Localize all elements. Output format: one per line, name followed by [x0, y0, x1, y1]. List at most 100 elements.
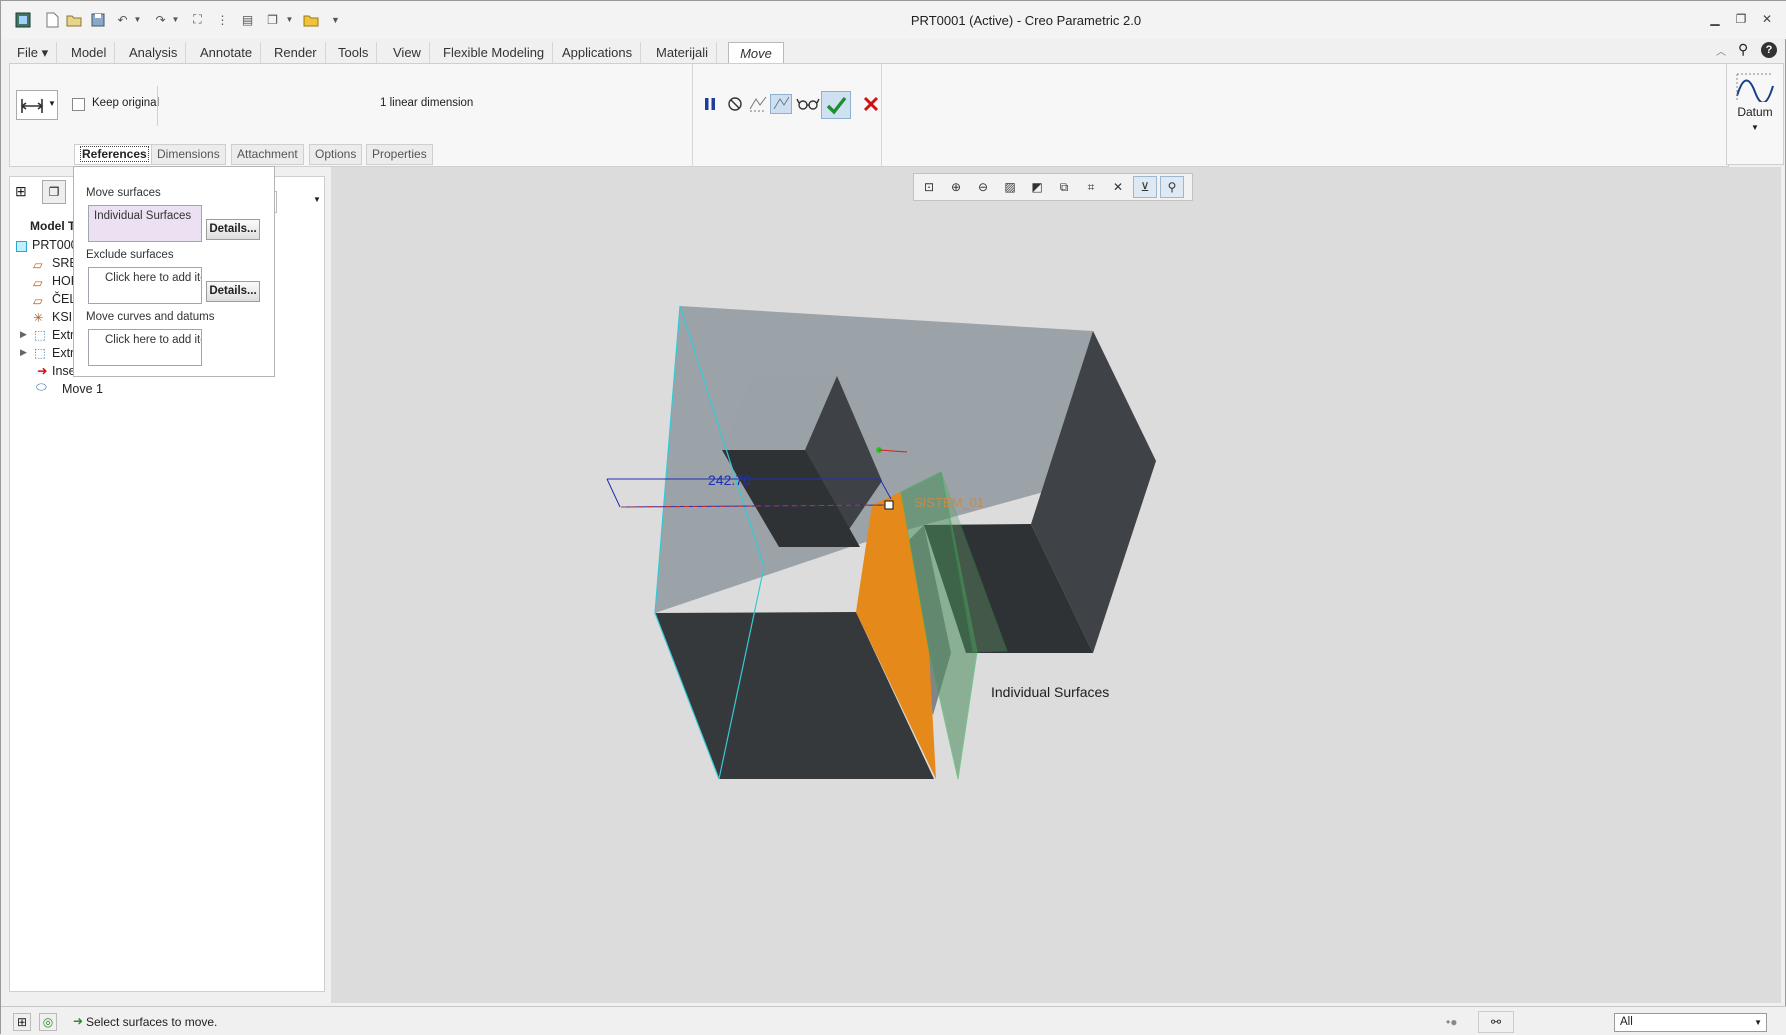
attached-preview-icon [749, 96, 767, 112]
preview-attached-button[interactable] [748, 95, 768, 113]
graphics-window[interactable]: 242.70 SISTEM_01 Individual Surfaces [331, 167, 1781, 1003]
move-surfaces-label: Move surfaces [86, 187, 161, 199]
chevron-down-icon: ▼ [1751, 123, 1759, 132]
drag-handle[interactable] [884, 500, 894, 510]
no-preview-button[interactable] [726, 95, 744, 113]
cancel-button[interactable] [862, 95, 880, 113]
ok-button[interactable] [821, 91, 851, 119]
progress-indicator-icon: •● [1446, 1015, 1458, 1029]
part-icon [16, 241, 27, 252]
details-button[interactable]: Details... [206, 219, 260, 240]
checkmark-icon [826, 96, 847, 115]
subtab-dimensions[interactable]: Dimensions [151, 144, 226, 165]
maximize-button[interactable]: ❐ [1733, 12, 1749, 28]
chevron-down-icon: ▼ [1754, 1018, 1762, 1027]
datum-curve-icon [1736, 73, 1774, 104]
saved-orientations-icon[interactable]: ⧉ [1052, 176, 1076, 198]
selection-filter-value: All [1620, 1016, 1633, 1028]
move-curves-collector[interactable]: Click here to add item [88, 329, 202, 366]
keep-original-label: Keep original [92, 97, 160, 109]
model-tree-icon[interactable]: ⊞ [15, 183, 27, 200]
refit-icon[interactable]: ⊡ [917, 176, 941, 198]
tab-view[interactable]: View [385, 42, 430, 64]
tab-flexible-modeling[interactable]: Flexible Modeling [435, 42, 554, 64]
extrude-icon: ⬚ [34, 346, 46, 360]
tab-file-label: File [17, 45, 38, 60]
subtab-references-label: References [80, 146, 149, 162]
plane-icon: ▱ [33, 258, 43, 272]
exclude-surfaces-label: Exclude surfaces [86, 249, 174, 261]
expand-icon[interactable]: ▶ [20, 347, 27, 358]
references-panel: Move surfaces Individual Surfaces Detail… [73, 166, 275, 377]
expand-icon[interactable]: ▶ [20, 329, 27, 340]
tab-materijali[interactable]: Materijali [648, 42, 718, 64]
tab-analysis[interactable]: Analysis [121, 42, 187, 64]
annotation-display-icon[interactable]: ⚲ [1160, 176, 1184, 198]
subtab-options[interactable]: Options [309, 144, 363, 165]
graphics-toolbar: ⊡ ⊕ ⊖ ▨ ◩ ⧉ ⌗ ✕ ⊻ ⚲ [913, 173, 1193, 201]
csys-icon: ✳ [33, 311, 44, 325]
selection-filter[interactable]: All ▼ [1614, 1013, 1767, 1032]
keep-original-checkbox[interactable] [72, 98, 85, 111]
surface-label: Individual Surfaces [991, 684, 1109, 700]
minimize-button[interactable]: ▁ [1707, 12, 1723, 28]
divider [692, 64, 693, 167]
datum-display-icon[interactable]: ✕ [1106, 176, 1130, 198]
subtab-references[interactable]: References [74, 144, 155, 165]
tab-applications[interactable]: Applications [554, 42, 642, 64]
search-icon[interactable]: ⚲ [1738, 41, 1748, 58]
datum-label: Datum [1737, 105, 1773, 119]
find-icon[interactable]: ⚯ [1478, 1011, 1514, 1033]
subtab-properties[interactable]: Properties [366, 144, 433, 165]
move-surfaces-collector[interactable]: Individual Surfaces [88, 205, 202, 242]
preview-unattached-button[interactable] [770, 94, 792, 114]
view-manager-icon[interactable]: ⌗ [1079, 176, 1103, 198]
model-viewport[interactable]: 242.70 SISTEM_01 Individual Surfaces [331, 167, 1781, 1003]
datum-group[interactable]: Datum ▼ [1726, 63, 1784, 165]
glasses-icon [796, 98, 820, 110]
folder-browser-icon[interactable]: ❐ [42, 180, 66, 204]
window-title: PRT0001 (Active) - Creo Parametric 2.0 [910, 13, 1142, 28]
tab-move[interactable]: Move [728, 42, 784, 64]
chevron-down-icon[interactable]: ▼ [313, 195, 321, 204]
navigator-toggle-icon[interactable]: ⊞ [13, 1013, 31, 1031]
display-style-icon[interactable]: ◩ [1025, 176, 1049, 198]
spin-center-icon[interactable]: ⊻ [1133, 176, 1157, 198]
divider [881, 64, 882, 167]
tree-item-move[interactable]: Move 1 [62, 382, 103, 396]
pause-icon [705, 98, 715, 110]
verify-button[interactable] [796, 95, 820, 113]
tab-model[interactable]: Model [63, 42, 116, 64]
dimension-value[interactable]: 242.70 [708, 472, 751, 488]
tab-file[interactable]: File ▾ [9, 42, 58, 64]
browser-toggle-icon[interactable]: ◎ [39, 1013, 57, 1031]
status-bar: ⊞ ◎ ➜ Select surfaces to move. •● ⚯ All ▼ [1, 1006, 1786, 1035]
exclude-surfaces-collector[interactable]: Click here to add item [88, 267, 202, 304]
divider [157, 86, 158, 126]
tab-annotate[interactable]: Annotate [192, 42, 262, 64]
tree-item-csys[interactable]: KSI [52, 310, 72, 324]
subtab-attachment[interactable]: Attachment [231, 144, 304, 165]
no-preview-icon [728, 97, 742, 111]
unattached-preview-icon [773, 96, 790, 110]
collapse-ribbon-icon[interactable]: ︿ [1716, 43, 1726, 58]
plane-icon: ▱ [33, 276, 43, 290]
tab-tools[interactable]: Tools [330, 42, 378, 64]
repaint-icon[interactable]: ▨ [998, 176, 1022, 198]
close-window-button[interactable]: ✕ [1759, 12, 1775, 28]
message-arrow-icon: ➜ [73, 1014, 84, 1028]
chevron-down-icon: ▼ [48, 99, 56, 108]
help-icon[interactable]: ? [1761, 42, 1777, 58]
move-type-selector[interactable]: ▼ [16, 90, 58, 120]
plane-icon: ▱ [33, 294, 43, 308]
zoom-out-icon[interactable]: ⊖ [971, 176, 995, 198]
cancel-x-icon [863, 96, 879, 112]
tab-render[interactable]: Render [266, 42, 326, 64]
details-button[interactable]: Details... [206, 281, 260, 302]
move-curves-label: Move curves and datums [86, 311, 215, 323]
zoom-in-icon[interactable]: ⊕ [944, 176, 968, 198]
pause-button[interactable] [702, 95, 718, 113]
insert-arrow-icon: ➜ [37, 364, 48, 378]
app-window: ↶ ▼ ↷ ▼ ⛶ ⋮ ▤ ❐ ▼ ▼ PRT0001 (Active) - C… [0, 0, 1786, 1035]
dimension-summary: 1 linear dimension [380, 97, 474, 109]
